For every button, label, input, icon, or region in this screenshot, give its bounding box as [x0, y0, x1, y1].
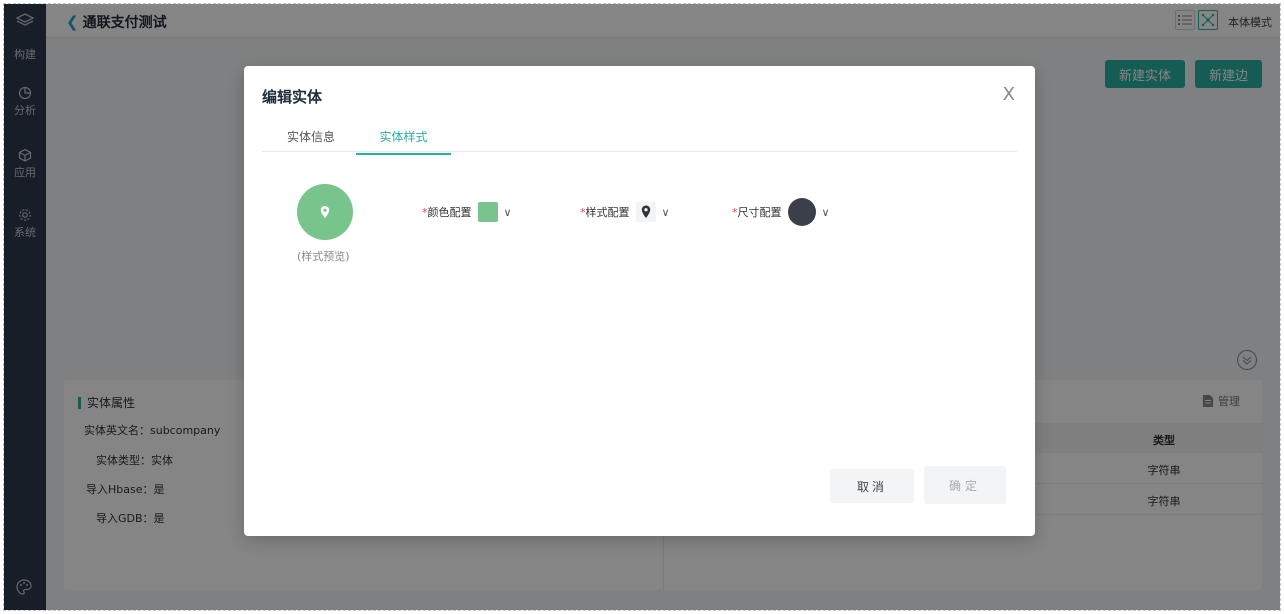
location-pin-icon [320, 206, 330, 218]
style-config-label: *样式配置 [580, 204, 630, 220]
close-button[interactable]: X [1003, 86, 1015, 104]
chevron-down-icon[interactable]: ∨ [504, 206, 512, 219]
chevron-down-icon[interactable]: ∨ [822, 206, 830, 219]
color-config-text: 颜色配置 [427, 206, 472, 219]
tab-entity-style[interactable]: 实体样式 [356, 128, 451, 155]
size-config[interactable]: *尺寸配置 ∨ [732, 198, 830, 226]
location-pin-icon[interactable] [635, 202, 656, 222]
size-config-label: *尺寸配置 [732, 204, 782, 220]
color-config[interactable]: *颜色配置 ∨ [422, 202, 512, 222]
cancel-button[interactable]: 取消 [830, 469, 914, 503]
size-config-text: 尺寸配置 [737, 206, 782, 219]
style-preview [297, 184, 353, 240]
app-window: 构建 分析 应用 系统 ❮ 通联支付测试 本体模式 新建实体 新建边 实体属性 … [3, 3, 1281, 611]
preview-label: (样式预览) [297, 250, 350, 263]
style-config[interactable]: *样式配置 ∨ [580, 202, 670, 222]
color-swatch[interactable] [477, 202, 498, 222]
style-config-text: 样式配置 [585, 206, 630, 219]
color-config-label: *颜色配置 [422, 204, 472, 220]
confirm-button[interactable]: 确定 [924, 466, 1006, 504]
dialog-title: 编辑实体 [262, 88, 323, 106]
chevron-down-icon[interactable]: ∨ [662, 206, 670, 219]
dialog-tabs: 实体信息 实体样式 [262, 124, 1017, 155]
size-preview-dot[interactable] [787, 198, 816, 226]
edit-entity-dialog: 编辑实体 X 实体信息 实体样式 (样式预览) *颜色配置 ∨ *样式配置 ∨ … [244, 66, 1035, 536]
tab-entity-info[interactable]: 实体信息 [287, 128, 335, 153]
